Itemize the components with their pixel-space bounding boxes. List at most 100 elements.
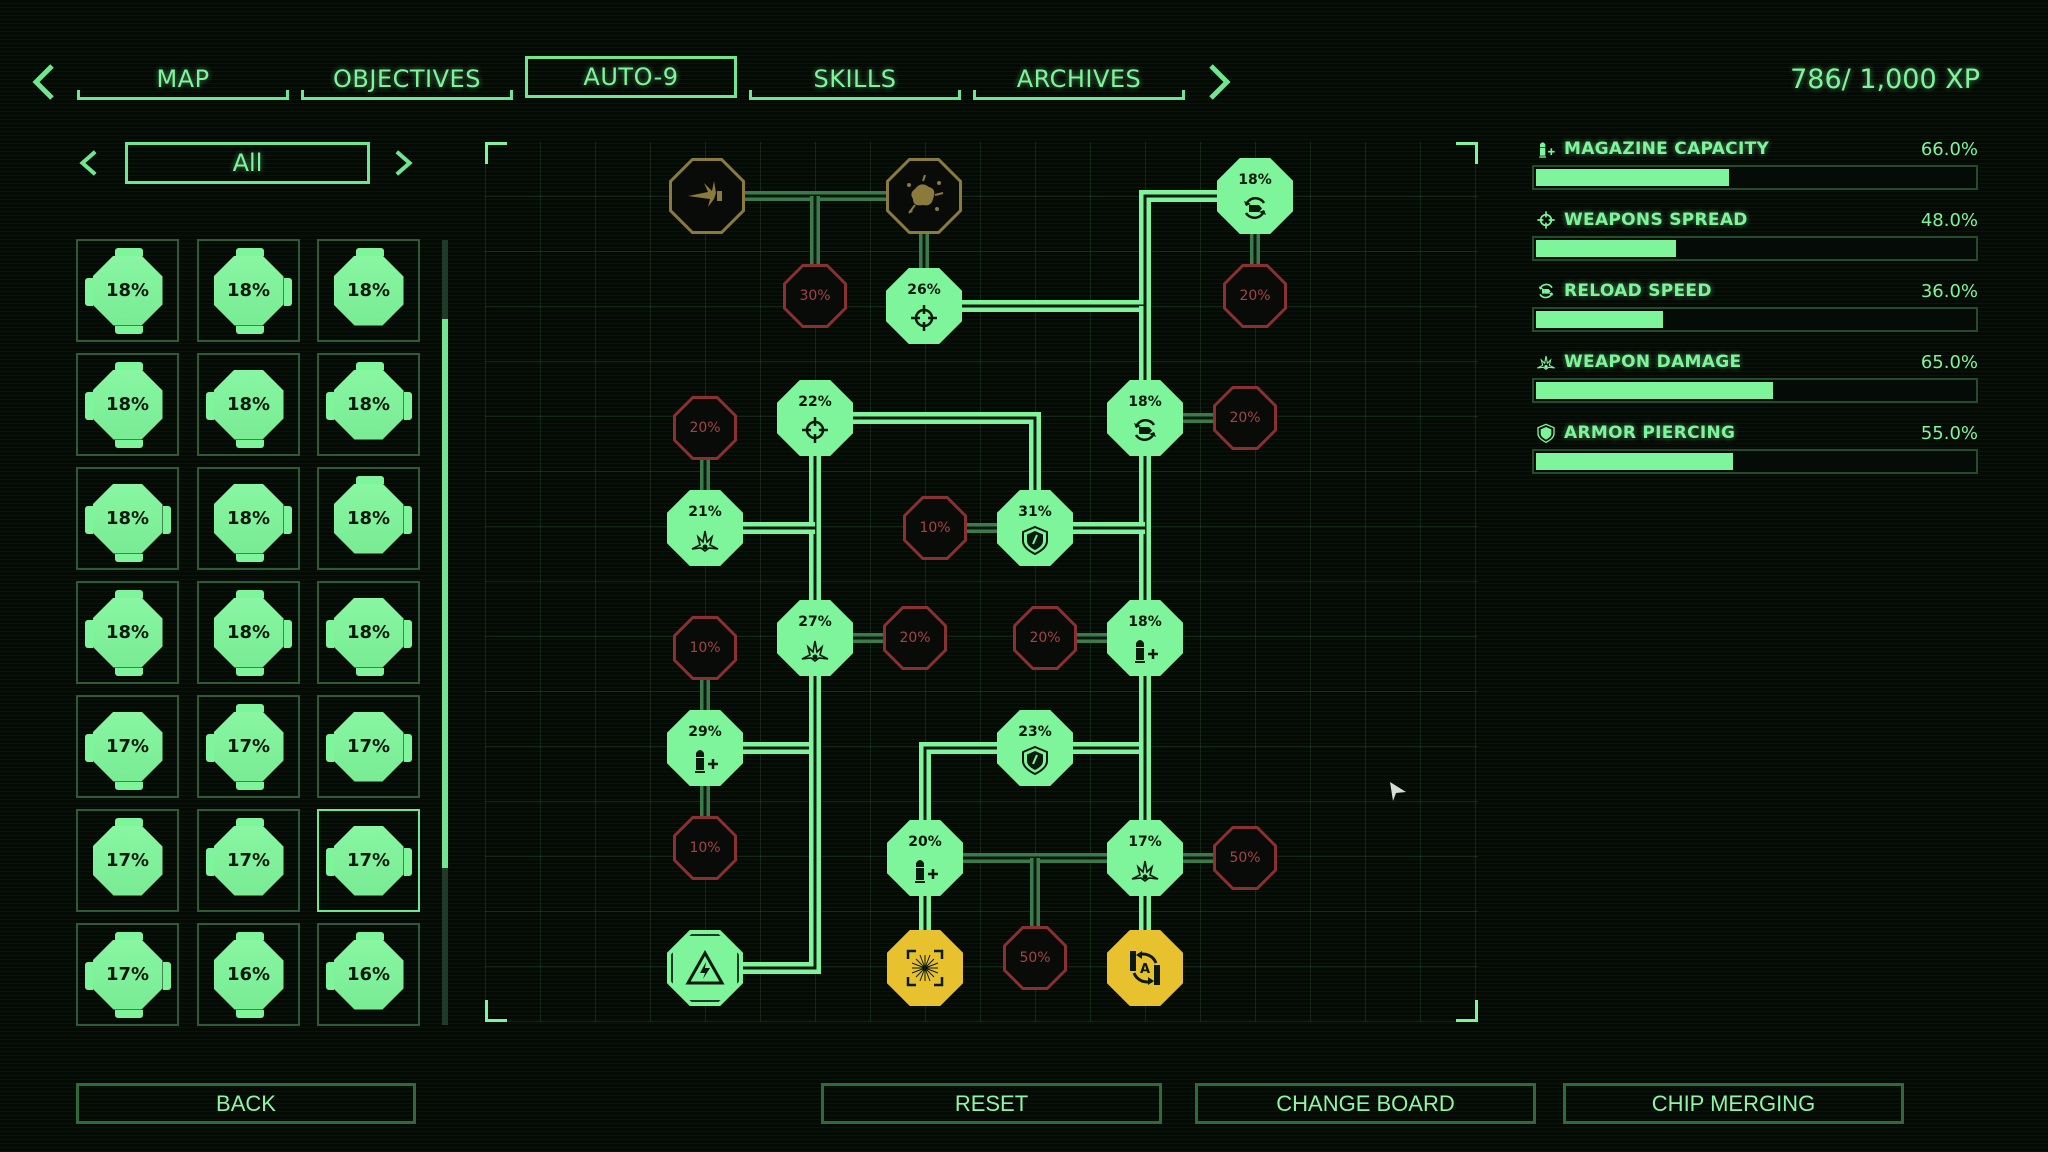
chip-list-scrollbar[interactable] (442, 240, 448, 1025)
board-node-empty-red[interactable]: 50% (1213, 826, 1277, 890)
tab-skills[interactable]: SKILLS (749, 58, 961, 100)
chip-slot[interactable]: 17% (317, 809, 420, 912)
explosion-icon (1130, 855, 1160, 885)
chip-slot[interactable]: 18% (76, 467, 179, 570)
magazine-icon (690, 745, 720, 775)
chip[interactable]: 16% (213, 931, 284, 1018)
reload-icon (1240, 193, 1270, 223)
chip-slot[interactable]: 18% (317, 581, 420, 684)
chip[interactable]: 17% (92, 817, 163, 896)
chip[interactable]: 18% (205, 369, 284, 448)
chip[interactable]: 17% (325, 825, 412, 896)
chip[interactable]: 18% (325, 597, 412, 676)
board-node-special-yellow[interactable] (887, 930, 963, 1006)
chip-slot[interactable]: 18% (317, 239, 420, 342)
chip-slot[interactable]: 18% (76, 581, 179, 684)
explosion-icon (800, 635, 830, 665)
chip[interactable]: 18% (213, 589, 292, 676)
board-node-empty-red[interactable]: 20% (883, 606, 947, 670)
board-node-green[interactable]: 26% (886, 268, 962, 344)
chip-slot[interactable]: 18% (197, 239, 300, 342)
board-node-green[interactable]: 27% (777, 600, 853, 676)
board-node-green[interactable]: 17% (1107, 820, 1183, 896)
filter-prev-button[interactable] (76, 145, 100, 181)
board-node-empty-red[interactable]: 30% (783, 264, 847, 328)
chip-slot[interactable]: 18% (317, 353, 420, 456)
chip[interactable]: 18% (213, 247, 292, 334)
chip[interactable]: 18% (213, 483, 292, 562)
board-node-empty-red[interactable]: 50% (1003, 926, 1067, 990)
tab-objectives[interactable]: OBJECTIVES (301, 58, 513, 100)
board-node-empty-red[interactable]: 20% (1223, 264, 1287, 328)
chip-list-scroll-thumb[interactable] (442, 318, 448, 868)
chip[interactable]: 17% (325, 711, 412, 782)
board-node-empty-red[interactable]: 10% (903, 496, 967, 560)
board-connection (705, 638, 821, 974)
chip-slot[interactable]: 17% (317, 695, 420, 798)
board-node-green[interactable]: 21% (667, 490, 743, 566)
tab-auto-9[interactable]: AUTO-9 (525, 56, 737, 98)
board-node-empty-red[interactable]: 10% (673, 616, 737, 680)
board-node-empty-red[interactable]: 20% (1013, 606, 1077, 670)
board-node-special-yellow[interactable] (1107, 930, 1183, 1006)
magazine-icon (910, 855, 940, 885)
chip-slot[interactable]: 17% (76, 923, 179, 1026)
board-node-locked-gold[interactable] (886, 158, 962, 234)
reset-button[interactable]: RESET (821, 1083, 1162, 1124)
chip[interactable]: 18% (84, 589, 163, 676)
chip-value: 18% (226, 280, 271, 301)
node-value: 30% (799, 288, 831, 304)
back-button[interactable]: BACK (76, 1083, 416, 1124)
tab-archives[interactable]: ARCHIVES (973, 58, 1185, 100)
nav-prev-button[interactable] (28, 62, 58, 102)
board-node-green[interactable]: 18% (1217, 158, 1293, 234)
board-node-locked-gold[interactable] (669, 158, 745, 234)
chip[interactable]: 17% (84, 931, 171, 1018)
chip-slot[interactable]: 18% (197, 581, 300, 684)
chip[interactable]: 18% (84, 247, 163, 334)
splatter-icon (901, 173, 947, 219)
board-node-green[interactable]: 29% (667, 710, 743, 786)
chevron-right-icon (1209, 64, 1231, 100)
chip[interactable]: 18% (325, 361, 412, 440)
chip-slot[interactable]: 18% (317, 467, 420, 570)
chip[interactable]: 17% (84, 711, 163, 790)
chip-slot[interactable]: 18% (197, 467, 300, 570)
chip-slot[interactable]: 18% (197, 353, 300, 456)
change-board-button[interactable]: CHANGE BOARD (1195, 1083, 1536, 1124)
filter-next-button[interactable] (392, 145, 416, 181)
nav-next-button[interactable] (1205, 62, 1235, 102)
chip-slot[interactable]: 18% (76, 239, 179, 342)
chip[interactable]: 18% (333, 247, 404, 326)
board-node-green[interactable]: 18% (1107, 380, 1183, 456)
board-node-green[interactable]: 22% (777, 380, 853, 456)
node-value: 26% (907, 282, 941, 298)
chip-filter-select[interactable]: All (125, 142, 370, 184)
chip-slot[interactable]: 17% (197, 695, 300, 798)
stat-bar (1532, 307, 1978, 332)
chip-slot[interactable]: 18% (76, 353, 179, 456)
board-node-green[interactable]: 18% (1107, 600, 1183, 676)
stat-name: WEAPONS SPREAD (1564, 210, 1748, 230)
board-node-empty-red[interactable]: 20% (1213, 386, 1277, 450)
chip[interactable]: 16% (325, 931, 404, 1010)
chip-slot[interactable]: 17% (197, 809, 300, 912)
chip[interactable]: 17% (205, 817, 284, 896)
chip[interactable]: 17% (205, 703, 284, 790)
stat-row: WEAPON DAMAGE 65.0% (1532, 352, 1978, 422)
chip[interactable]: 18% (84, 361, 163, 448)
chip-slot[interactable]: 16% (197, 923, 300, 1026)
chip-slot[interactable]: 16% (317, 923, 420, 1026)
board-node-empty-red[interactable]: 10% (673, 816, 737, 880)
board-node-green[interactable]: 23% (997, 710, 1073, 786)
chip-slot[interactable]: 17% (76, 809, 179, 912)
board-node-green[interactable]: 20% (887, 820, 963, 896)
chip[interactable]: 18% (84, 483, 171, 562)
tab-map[interactable]: MAP (77, 58, 289, 100)
board-node-core[interactable] (667, 930, 743, 1006)
chip-slot[interactable]: 17% (76, 695, 179, 798)
chip[interactable]: 18% (333, 475, 412, 554)
chip-merging-button[interactable]: CHIP MERGING (1563, 1083, 1904, 1124)
board-node-green[interactable]: 31% (997, 490, 1073, 566)
board-node-empty-red[interactable]: 20% (673, 396, 737, 460)
